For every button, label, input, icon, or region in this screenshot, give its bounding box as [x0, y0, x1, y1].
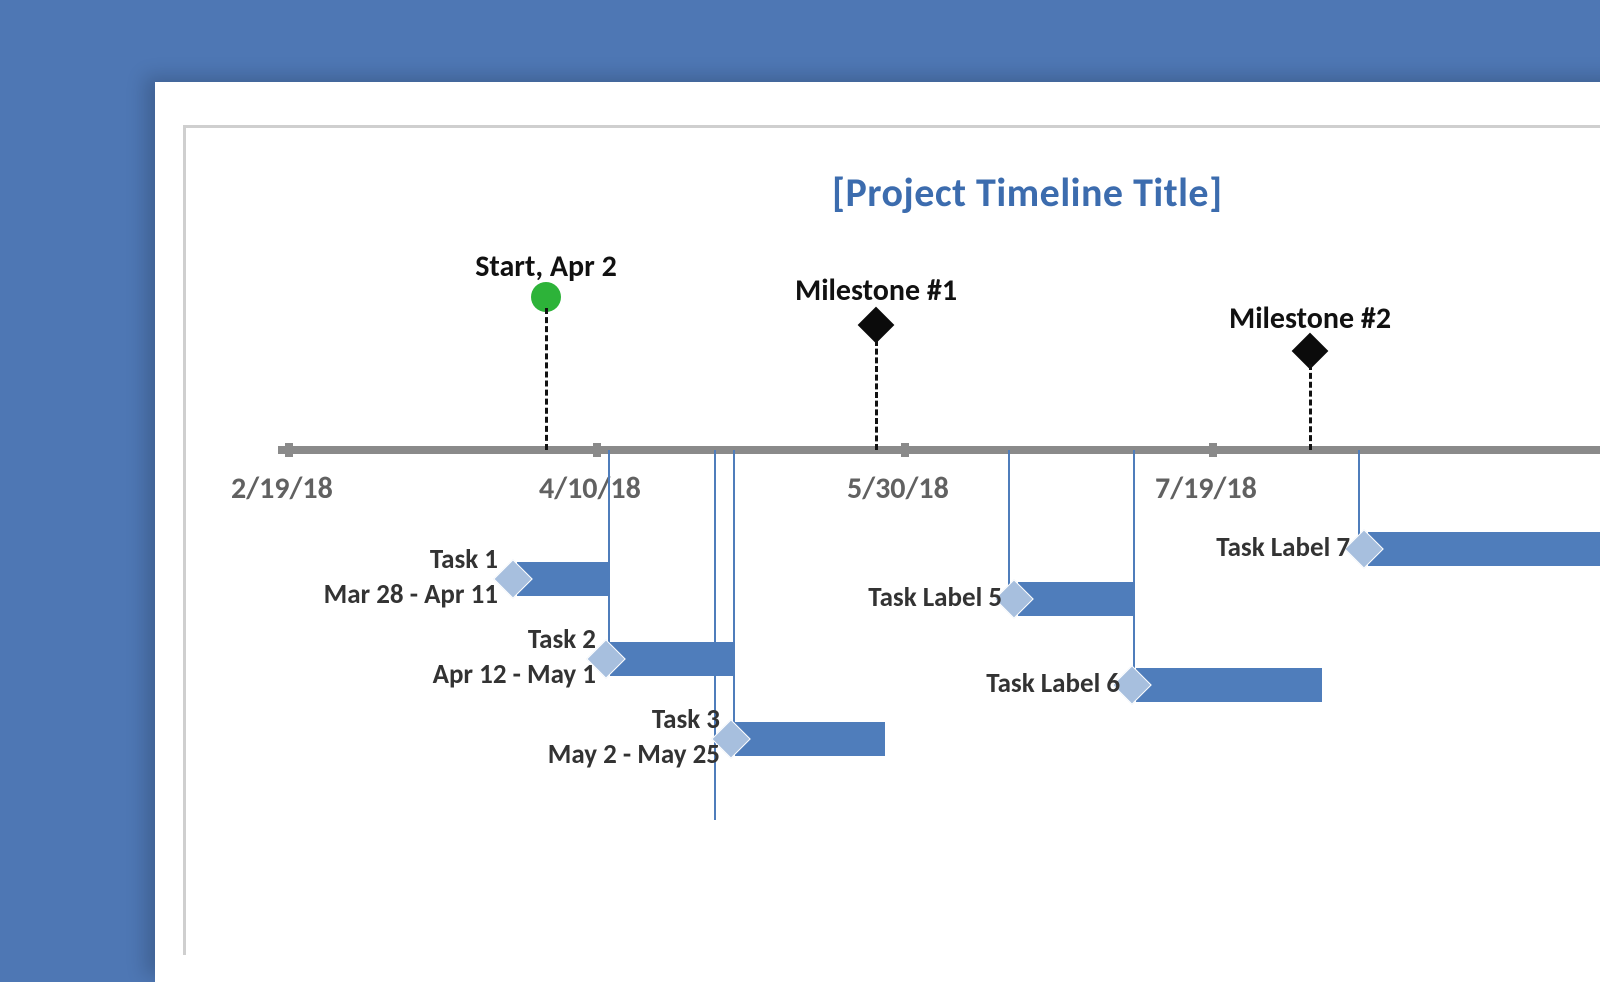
task-label: Task Label 5 — [702, 580, 1002, 615]
task-dates: May 2 - May 25 — [420, 737, 720, 772]
milestone-label: Milestone #1 — [766, 272, 986, 309]
task-bar — [1018, 582, 1134, 616]
axis-tick — [1209, 443, 1217, 457]
milestone-label: Milestone #2 — [1200, 300, 1420, 337]
task-name: Task Label 6 — [820, 666, 1120, 701]
task-dates: Mar 28 - Apr 11 — [198, 577, 498, 612]
axis-date-label: 7/19/18 — [1155, 470, 1257, 507]
task-name: Task 2 — [296, 622, 596, 657]
task-label: Task 3May 2 - May 25 — [420, 702, 720, 772]
task-label: Task Label 6 — [820, 666, 1120, 701]
task-label: Task 1Mar 28 - Apr 11 — [198, 542, 498, 612]
task-label: Task 2Apr 12 - May 1 — [296, 622, 596, 692]
milestone-leader-line — [1309, 364, 1312, 450]
task-connector-line — [1133, 450, 1135, 698]
axis-date-label: 5/30/18 — [847, 470, 949, 507]
axis-tick — [901, 443, 909, 457]
task-label: Task Label 7 — [1050, 530, 1350, 565]
task-name: Task 3 — [420, 702, 720, 737]
task-connector-line — [608, 450, 610, 650]
milestone-leader-line — [875, 340, 878, 450]
milestone-leader-line — [545, 308, 548, 450]
task-dates: Apr 12 - May 1 — [296, 657, 596, 692]
chart-title: [Project Timeline Title] — [832, 168, 1223, 217]
axis-tick — [285, 443, 293, 457]
axis-tick — [593, 443, 601, 457]
document-page: [Project Timeline Title] 2/19/18 4/10/18 5/… — [155, 82, 1600, 982]
task-name: Task Label 7 — [1050, 530, 1350, 565]
timeline-axis — [278, 446, 1600, 454]
task-bar — [1368, 532, 1600, 566]
task-name: Task 1 — [198, 542, 498, 577]
task-bar — [1136, 668, 1322, 702]
axis-date-label: 4/10/18 — [539, 470, 641, 507]
axis-date-label: 2/19/18 — [231, 470, 333, 507]
milestone-label: Start, Apr 2 — [436, 248, 656, 285]
task-connector-line — [1008, 450, 1010, 600]
task-name: Task Label 5 — [702, 580, 1002, 615]
task-bar — [735, 722, 885, 756]
